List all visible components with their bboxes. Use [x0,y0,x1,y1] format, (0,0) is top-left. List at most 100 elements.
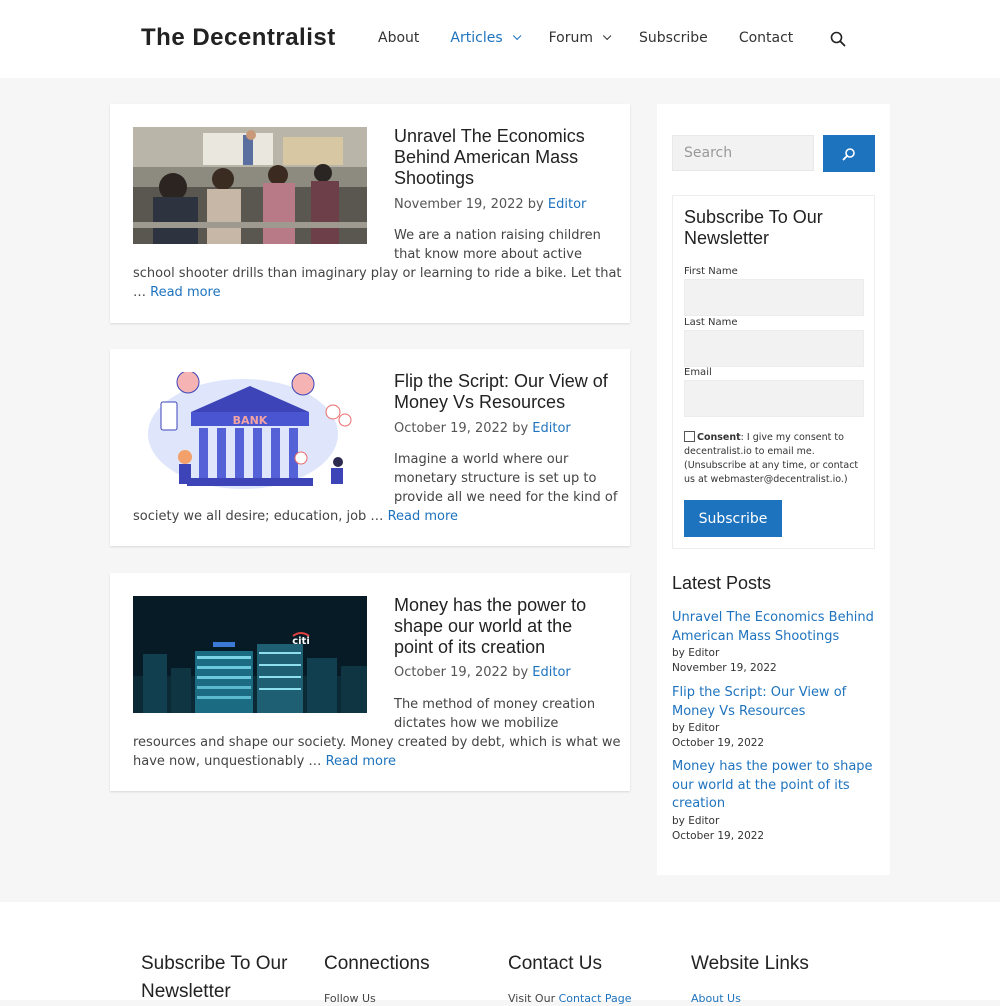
bank-illustration: BANK [133,372,367,489]
footer-heading: Website Links [691,953,809,974]
last-name-field[interactable] [684,330,864,367]
latest-post-date: October 19, 2022 [672,830,765,843]
footer-column-website-links: Website Links About Us [691,950,851,1005]
footer-heading: Subscribe To Our Newsletter [141,953,288,1002]
bank-logo-text: citi [292,636,310,647]
site-footer: Subscribe To Our Newsletter Connections … [0,902,1000,1005]
latest-posts-heading: Latest Posts [672,573,772,593]
excerpt-line: The method of money creation [394,697,596,712]
post-card: citi Money has the power to shape our wo… [110,573,630,791]
search-icon [842,147,855,160]
post-meta: November 19, 2022 by Editor [394,197,586,212]
nav-item-forum[interactable]: Forum [548,30,612,46]
email-label: Email [684,367,712,378]
post-title[interactable]: Unravel The Economics Behind American Ma… [394,126,614,189]
about-us-link[interactable]: About Us [691,992,741,1005]
post-author-link[interactable]: Editor [532,665,570,680]
last-name-label: Last Name [684,317,738,328]
sidebar: Search Subscribe To Our Newsletter First… [657,104,890,875]
subscribe-button[interactable]: Subscribe [684,500,782,537]
first-name-label: First Name [684,266,738,277]
excerpt-line: We are a nation raising children [394,228,601,243]
chevron-down-icon[interactable] [602,31,612,41]
footer-column-connections: Connections Follow Us [324,950,484,1005]
nav-label: Forum [548,30,594,46]
nav-item-articles[interactable]: Articles [450,30,521,46]
post-date: November 19, 2022 [394,197,524,212]
classroom-image [133,127,367,244]
consent-text: Consent: I give my consent to decentrali… [684,431,864,487]
chevron-down-icon[interactable] [512,31,521,41]
excerpt-last-line: … Read more [133,284,623,303]
post-card: Unravel The Economics Behind American Ma… [110,104,630,323]
latest-post-link[interactable]: Money has the power to shape our world a… [672,758,877,814]
first-name-field[interactable] [684,279,864,316]
post-thumbnail-city[interactable]: citi [133,596,367,713]
read-more-link[interactable]: Read more [388,509,458,524]
main-nav: About Articles Forum Subscribe Contact [378,30,824,46]
excerpt-line: dictates how we mobilize [394,716,559,731]
post-title[interactable]: Flip the Script: Our View of Money Vs Re… [394,371,614,413]
excerpt-line: resources and shape our society. Money c… [133,735,621,750]
latest-post-item: Flip the Script: Our View of Money Vs Re… [672,684,877,751]
post-by: by [512,665,529,680]
nav-label: Articles [450,30,503,46]
nav-item-subscribe[interactable]: Subscribe [639,30,708,46]
post-thumbnail-classroom[interactable] [133,127,367,244]
nav-item-about[interactable]: About [378,30,419,46]
search-button[interactable] [823,135,875,172]
footer-column-contact: Contact Us Visit Our Contact Page [508,950,668,1005]
post-card: BANK Flip the Script: Our View of Money … [110,349,630,546]
nav-item-contact[interactable]: Contact [739,30,793,46]
footer-text: About Us [691,992,851,1005]
post-date: October 19, 2022 [394,665,509,680]
post-title[interactable]: Money has the power to shape our world a… [394,595,614,658]
footer-text-prefix: Visit Our [508,992,559,1005]
search-input[interactable]: Search [672,135,814,171]
excerpt-line: monetary structure is set up to [394,471,597,486]
email-field[interactable] [684,380,864,417]
nav-label: About [378,30,420,46]
latest-post-date: November 19, 2022 [672,662,777,675]
excerpt-last-line: have now, unquestionably … Read more [133,753,623,772]
consent-label: Consent [697,432,741,443]
post-by: by [512,421,529,436]
read-more-link[interactable]: Read more [150,285,220,300]
latest-post-author: by Editor [672,722,720,735]
footer-heading: Contact Us [508,953,602,974]
post-by: by [527,197,544,212]
excerpt-line: Imagine a world where our [394,452,569,467]
footer-text: Follow Us [324,992,376,1005]
bank-sign: BANK [233,414,268,427]
contact-page-link[interactable]: Contact Page [559,992,632,1005]
excerpt-line: that know more about active [394,247,582,262]
site-header: The Decentralist About Articles Forum Su… [0,0,1000,78]
excerpt-last-line: society we all desire; education, job … … [133,508,623,527]
latest-post-item: Unravel The Economics Behind American Ma… [672,609,877,676]
read-more-link[interactable]: Read more [326,754,396,769]
city-night-image: citi [133,596,367,713]
newsletter-form: Subscribe To Our Newsletter First Name L… [672,195,875,549]
search-icon[interactable] [830,31,846,47]
consent-checkbox[interactable] [684,431,695,442]
latest-post-item: Money has the power to shape our world a… [672,758,877,844]
footer-text: Visit Our Contact Page [508,992,668,1005]
latest-post-author: by Editor [672,815,720,828]
latest-post-author: by Editor [672,647,720,660]
post-author-link[interactable]: Editor [532,421,570,436]
post-meta: October 19, 2022 by Editor [394,421,571,436]
excerpt-line: provide all we need for the kind of [394,490,618,505]
latest-post-link[interactable]: Flip the Script: Our View of Money Vs Re… [672,684,877,721]
latest-post-link[interactable]: Unravel The Economics Behind American Ma… [672,609,877,646]
site-title[interactable]: The Decentralist [141,24,336,52]
post-date: October 19, 2022 [394,421,509,436]
footer-column-newsletter: Subscribe To Our Newsletter [141,950,301,1006]
latest-post-date: October 19, 2022 [672,737,765,750]
excerpt-line: … [133,285,151,300]
post-author-link[interactable]: Editor [548,197,586,212]
excerpt-line: society we all desire; education, job … [133,509,388,524]
nav-label: Subscribe [639,30,708,46]
excerpt-line: school shooter drills than imaginary pla… [133,266,622,281]
newsletter-title: Subscribe To Our Newsletter [684,207,823,248]
post-thumbnail-bank[interactable]: BANK [133,372,367,489]
